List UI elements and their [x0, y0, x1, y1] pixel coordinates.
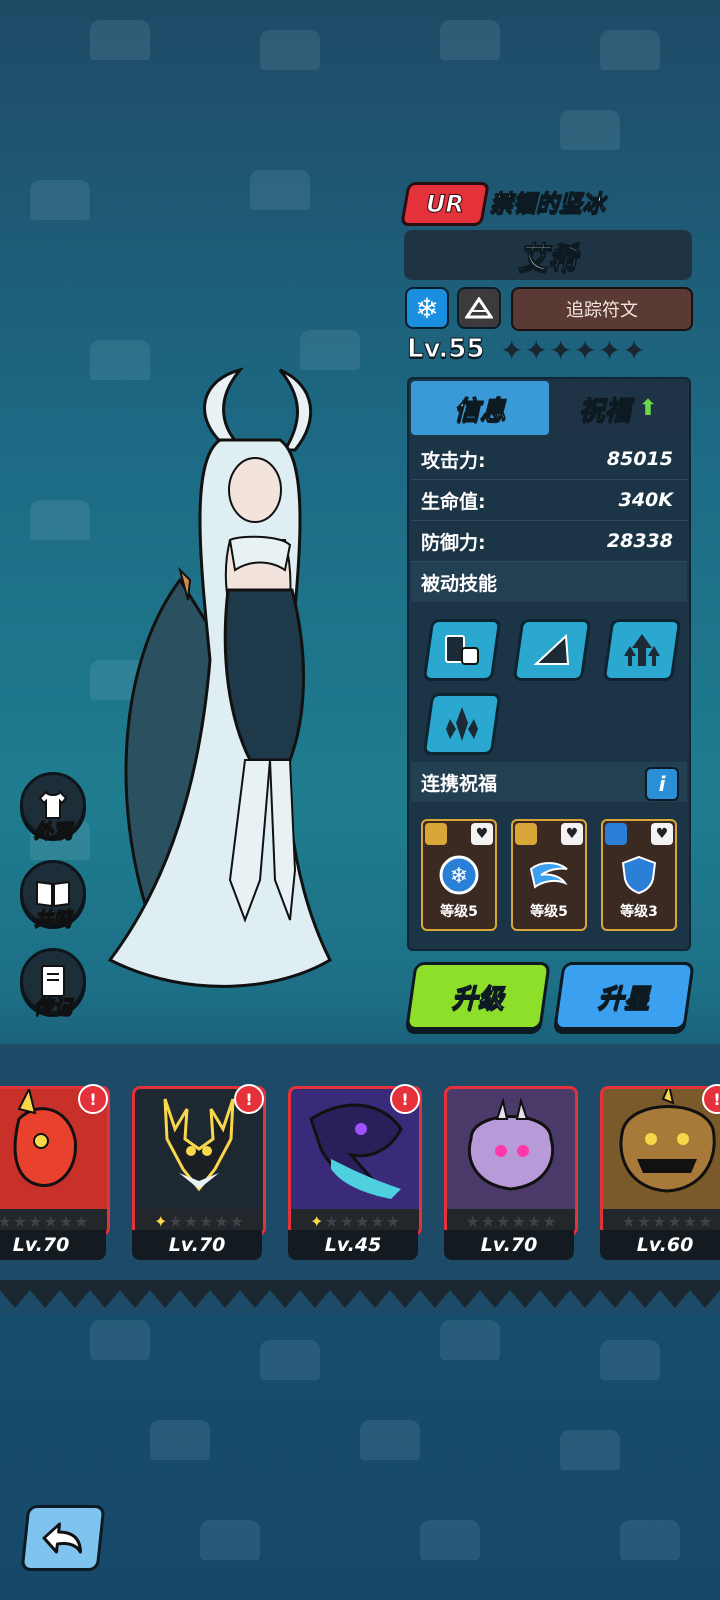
pet-card[interactable]: ★★★★★★ Lv.70 ! — [0, 1084, 110, 1260]
pet-level: Lv.45 — [288, 1230, 418, 1260]
heart-icon: ♥ — [651, 823, 673, 845]
star-empty-icon: ✦ — [622, 334, 646, 367]
rune-button[interactable]: 追踪符文 — [511, 287, 693, 331]
alert-badge-icon: ! — [78, 1084, 108, 1114]
info-icon[interactable]: i — [645, 767, 679, 801]
rarity-text: UR — [426, 190, 465, 219]
pet-level: Lv.70 — [0, 1230, 106, 1260]
back-arrow-icon — [42, 1522, 83, 1554]
passive-skills-title: 被动技能 — [411, 562, 687, 602]
stat-label: 生命值: — [421, 490, 486, 513]
appearance-label: 外观 — [33, 820, 72, 843]
tab-info-label: 信息 — [453, 395, 506, 426]
star-up-button[interactable]: 升星 — [553, 962, 695, 1030]
pet-card[interactable]: ★ ★ ★ ★ ★ ★ Lv.70 — [444, 1086, 578, 1260]
frost-orb-icon: ❄ — [439, 855, 479, 895]
stat-value: 28338 — [606, 530, 673, 552]
star-up-label: 升星 — [597, 983, 650, 1014]
tab-bless[interactable]: 祝福 ⬆ — [551, 381, 685, 435]
stat-label: 攻击力: — [421, 449, 486, 472]
heart-icon: ♥ — [561, 823, 583, 845]
skill-ice-crystal-icon[interactable] — [422, 693, 502, 755]
svg-text:❄: ❄ — [450, 864, 468, 889]
pet-card[interactable]: ✦ ★ ★ ★ ★ ★ Lv.45 ! — [288, 1084, 422, 1260]
ice-shield-icon — [621, 855, 657, 895]
pet-card[interactable]: ★ ★ ★ ★ ★ ★ Lv.60 ! — [600, 1084, 720, 1260]
bless-level: 等级5 — [440, 904, 478, 920]
hero-name: 艾希 — [518, 241, 579, 277]
triangle-icon[interactable] — [457, 287, 501, 329]
hero-name-box: 艾希 — [404, 230, 692, 280]
stat-label: 防御力: — [421, 531, 486, 554]
pet-level: Lv.60 — [600, 1230, 720, 1260]
hero-title: 禁锢的坚冰 — [490, 191, 606, 218]
bless-item-blizzard[interactable]: ♥ 等级5 — [511, 819, 587, 931]
heart-icon: ♥ — [471, 823, 493, 845]
stat-row-defense: 防御力: 28338 — [411, 521, 687, 562]
skill-ice-shard-icon[interactable] — [512, 619, 592, 681]
stat-row-attack: 攻击力: 85015 — [411, 439, 687, 480]
rarity-badge: UR — [400, 182, 490, 226]
star-empty-icon: ✦ — [573, 334, 597, 367]
alert-badge-icon: ! — [234, 1084, 264, 1114]
pet-level: Lv.70 — [444, 1230, 574, 1260]
bless-level: 等级5 — [530, 904, 568, 920]
link-bless-label: 连携祝福 — [421, 772, 498, 795]
bless-item-frost-orb[interactable]: ♥ ❄ 等级5 — [421, 819, 497, 931]
upgrade-button[interactable]: 升级 — [405, 962, 551, 1030]
ghost-icon: ★ ★ ★ ★ ★ ★ — [444, 1086, 578, 1236]
stat-row-hp: 生命值: 340K — [411, 480, 687, 521]
star-empty-icon: ✦ — [500, 334, 524, 367]
pet-card[interactable]: ✦ ★ ★ ★ ★ ★ Lv.70 ! — [132, 1084, 266, 1260]
tab-bless-label: 祝福 — [578, 395, 631, 426]
bless-item-ice-shield[interactable]: ♥ 等级3 — [601, 819, 677, 931]
alert-badge-icon: ! — [390, 1084, 420, 1114]
hero-stars: ✦ ✦ ✦ ✦ ✦ ✦ — [500, 335, 646, 367]
bless-type-icon — [515, 823, 537, 845]
biography-button[interactable]: 传记 — [20, 948, 86, 1034]
skill-cards-dice-icon[interactable] — [422, 619, 502, 681]
upgrade-arrow-icon: ⬆ — [638, 395, 658, 421]
snowflake-icon[interactable]: ❄ — [405, 287, 449, 329]
resonance-button[interactable]: 共鸣 — [20, 860, 86, 946]
tab-info[interactable]: 信息 — [411, 381, 549, 435]
strip-spike-border — [0, 1280, 720, 1308]
bless-type-icon — [605, 823, 627, 845]
link-bless-title: 连携祝福 i — [411, 762, 687, 802]
appearance-button[interactable]: 外观 — [20, 772, 86, 858]
stat-value: 85015 — [606, 448, 673, 470]
bless-type-icon — [425, 823, 447, 845]
star-empty-icon: ✦ — [524, 334, 548, 367]
hero-info-panel: 信息 祝福 ⬆ 攻击力: 85015 生命值: 340K 防御力: 28338 … — [407, 377, 691, 951]
star-empty-icon: ✦ — [548, 334, 573, 367]
resonance-label: 共鸣 — [33, 908, 72, 931]
stat-value: 340K — [618, 489, 673, 511]
biography-label: 传记 — [33, 996, 72, 1019]
bless-level: 等级3 — [620, 904, 658, 920]
upgrade-label: 升级 — [451, 983, 504, 1014]
star-empty-icon: ✦ — [597, 334, 622, 367]
blizzard-icon — [529, 862, 568, 889]
back-button[interactable] — [20, 1505, 106, 1571]
hero-character-art — [107, 367, 332, 988]
passive-skills-label: 被动技能 — [421, 572, 498, 595]
pumpkin-beast-icon: ★ ★ ★ ★ ★ ★ — [600, 1086, 720, 1236]
skill-arrows-up-icon[interactable] — [602, 619, 682, 681]
hero-level: Lv.55 — [406, 334, 485, 365]
pet-level: Lv.70 — [132, 1230, 262, 1260]
